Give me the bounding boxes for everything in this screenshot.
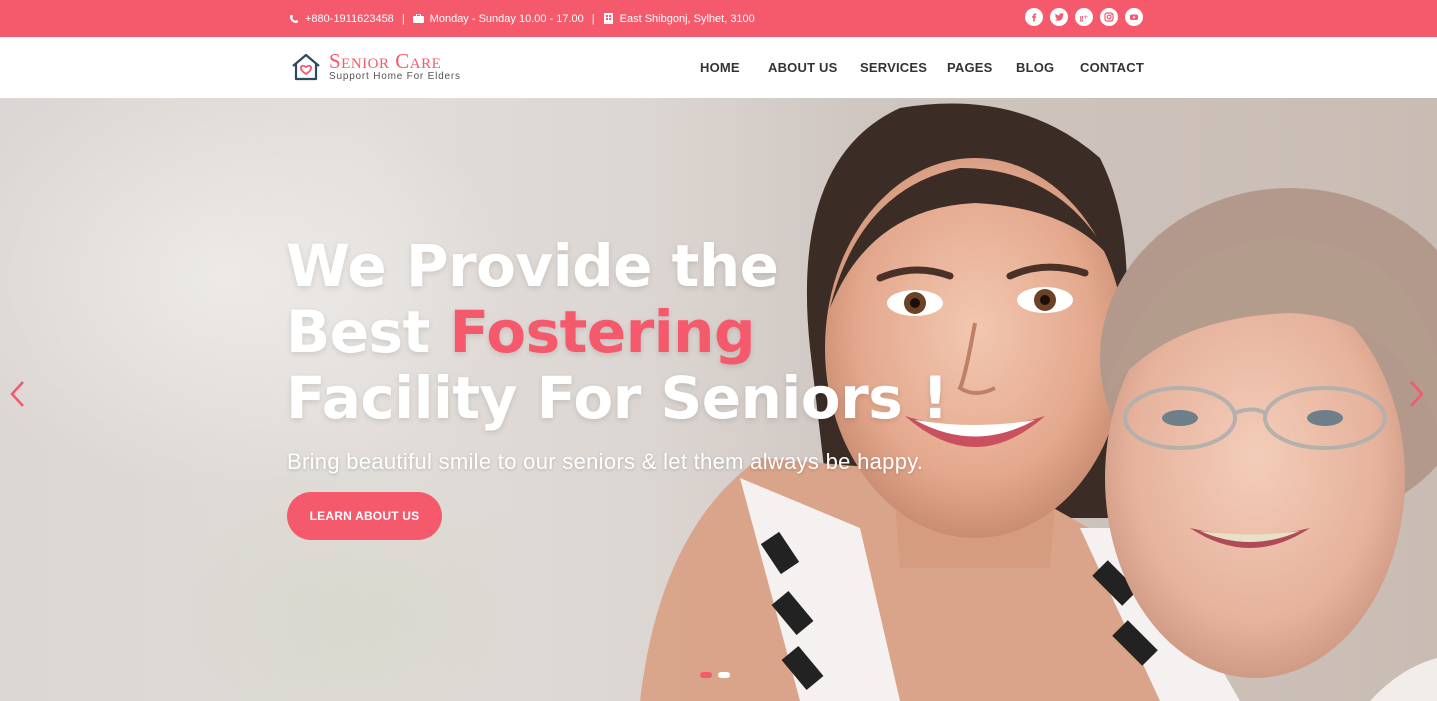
headline-line-2-pre: Best [286, 298, 450, 366]
address-info: East Shibgonj, Sylhet, 3100 [603, 13, 755, 25]
social-links: g+ [1025, 8, 1143, 26]
hero-slider: We Provide the Best Fostering Facility F… [0, 98, 1437, 701]
site-header: Senior Care Support Home For Elders HOME… [0, 37, 1437, 98]
address-text: East Shibgonj, Sylhet, 3100 [619, 12, 755, 25]
nav-blog[interactable]: BLOG [1016, 37, 1054, 98]
headline-accent: Fostering [449, 298, 756, 366]
google-plus-icon[interactable]: g+ [1075, 8, 1093, 26]
main-nav: HOME ABOUT US SERVICES PAGES BLOG CONTAC… [0, 37, 1437, 98]
top-bar: +880-1911623458 | Monday - Sunday 10.00 … [0, 0, 1437, 37]
youtube-icon[interactable] [1125, 8, 1143, 26]
hours-text: Monday - Sunday 10.00 - 17.00 [429, 12, 584, 25]
contact-info: +880-1911623458 | Monday - Sunday 10.00 … [288, 0, 755, 37]
hours-info: Monday - Sunday 10.00 - 17.00 [413, 13, 584, 25]
slider-dot-active[interactable] [700, 672, 712, 678]
nav-pages[interactable]: PAGES [947, 37, 993, 98]
hero-subtitle: Bring beautiful smile to our seniors & l… [287, 449, 924, 474]
nav-contact[interactable]: CONTACT [1080, 37, 1144, 98]
twitter-icon[interactable] [1050, 8, 1068, 26]
headline-line-3: Facility For Seniors ! [286, 364, 948, 432]
nav-about-us[interactable]: ABOUT US [768, 37, 838, 98]
separator: | [591, 12, 595, 25]
chevron-left-icon[interactable] [6, 376, 28, 412]
chevron-right-icon[interactable] [1406, 376, 1428, 412]
slider-dot[interactable] [718, 672, 730, 678]
headline-line-1: We Provide the [286, 232, 779, 300]
headline-line-2: Best Fostering [286, 299, 948, 365]
svg-text:g+: g+ [1079, 13, 1088, 22]
nav-home[interactable]: HOME [700, 37, 740, 98]
hero-headline: We Provide the Best Fostering Facility F… [286, 233, 948, 431]
phone-text[interactable]: +880-1911623458 [305, 13, 394, 25]
facebook-icon[interactable] [1025, 8, 1043, 26]
instagram-icon[interactable] [1100, 8, 1118, 26]
briefcase-icon [413, 13, 425, 25]
phone-icon [288, 13, 300, 25]
phone-info: +880-1911623458 [288, 13, 394, 25]
slider-dots [700, 672, 730, 678]
separator: | [401, 12, 405, 25]
learn-about-us-button[interactable]: LEARN ABOUT US [287, 492, 442, 540]
nav-services[interactable]: SERVICES [860, 37, 927, 98]
building-icon [603, 13, 615, 25]
